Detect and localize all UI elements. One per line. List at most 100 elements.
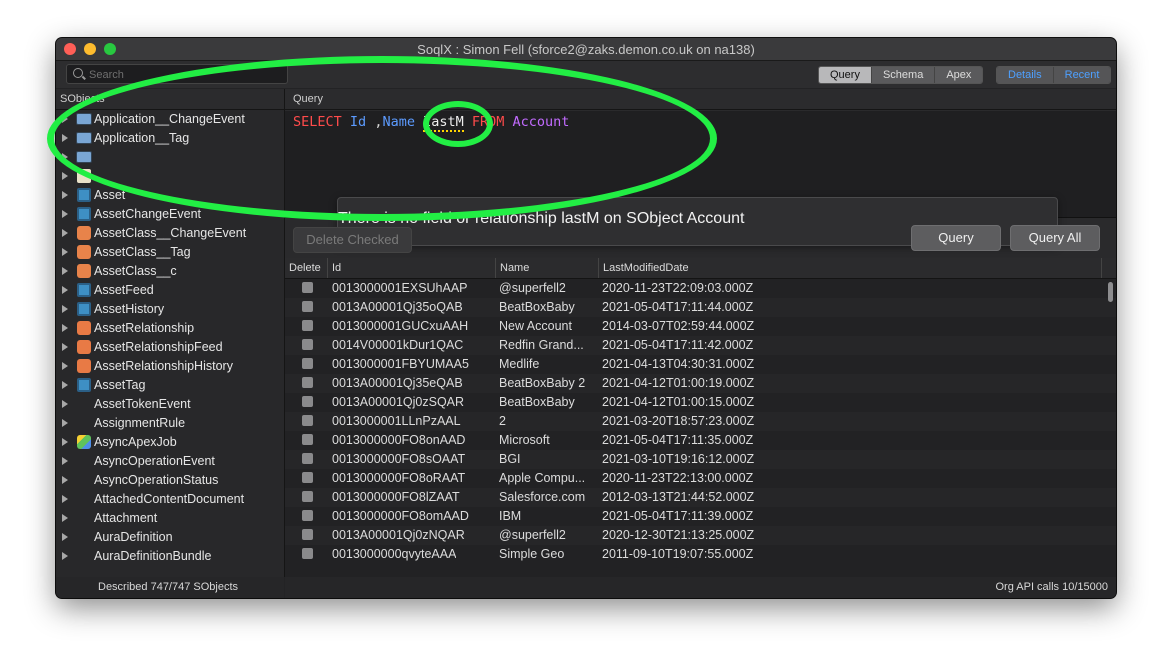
disclosure-triangle-icon[interactable] [62,419,68,427]
sidebar-item[interactable]: AssetHistory [56,300,284,319]
table-row[interactable]: 0013A00001Qj35oQAB BeatBoxBaby 2021-05-04T… [285,298,1116,317]
sidebar-item[interactable]: AssetTag [56,376,284,395]
disclosure-triangle-icon[interactable] [62,286,68,294]
recent-button[interactable]: Recent [1053,67,1111,83]
tab-query[interactable]: Query [819,67,872,83]
disclosure-triangle-icon[interactable] [62,533,68,541]
table-row[interactable]: 0013A00001Qj0zNQAR @superfell2 2020-12-30T… [285,526,1116,545]
keyword-from: FROM [463,114,513,130]
delete-checkbox[interactable] [302,453,313,464]
delete-checkbox[interactable] [302,548,313,559]
table-row[interactable]: 0013000001GUCxuAAH New Account 2014-03-07T… [285,317,1116,336]
disclosure-triangle-icon[interactable] [62,381,68,389]
sidebar-item[interactable]: AssetClass__c [56,262,284,281]
table-row[interactable]: 0013000000FO8sOAAT BGI 2021-03-10T19:16:12… [285,450,1116,469]
delete-checked-button[interactable]: Delete Checked [293,227,412,253]
disclosure-triangle-icon[interactable] [62,153,68,161]
details-button[interactable]: Details [997,67,1054,83]
disclosure-triangle-icon[interactable] [62,476,68,484]
table-row[interactable]: 0013000001EXSUhAAP @superfell2 2020-11-23T… [285,279,1116,298]
cell-id: 0013000000FO8oRAAT [332,471,466,485]
disclosure-triangle-icon[interactable] [62,324,68,332]
sidebar-item[interactable]: AssetFeed [56,281,284,300]
search-box[interactable] [66,64,288,84]
sidebar-item[interactable]: AssetRelationshipHistory [56,357,284,376]
people-icon [77,359,91,373]
search-input[interactable] [87,66,281,84]
delete-checkbox[interactable] [302,339,313,350]
table-row[interactable]: 0013A00001Qj35eQAB BeatBoxBaby 2 2021-04-1… [285,374,1116,393]
disclosure-triangle-icon[interactable] [62,229,68,237]
sidebar-item[interactable]: AsyncOperationEvent [56,452,284,471]
table-row[interactable]: 0013A00001Qj0zSQAR BeatBoxBaby 2021-04-12T… [285,393,1116,412]
sidebar-item[interactable]: AssetClass__Tag [56,243,284,262]
table-row[interactable]: 0013000001LLnPzAAL 2 2021-03-20T18:57:23.0… [285,412,1116,431]
delete-checkbox[interactable] [302,358,313,369]
table-row[interactable]: 0013000000FO8oRAAT Apple Compu... 2020-11-… [285,469,1116,488]
disclosure-triangle-icon[interactable] [62,134,68,142]
sidebar-item[interactable]: AssignmentRule [56,414,284,433]
sidebar-item[interactable]: AuraDefinitionBundle [56,547,284,566]
delete-checkbox[interactable] [302,491,313,502]
disclosure-triangle-icon[interactable] [62,191,68,199]
delete-checkbox[interactable] [302,301,313,312]
cell-name: Simple Geo [499,547,565,561]
disclosure-triangle-icon[interactable] [62,172,68,180]
query-text[interactable]: SELECT Id ,Name lastM FROM Account [293,114,569,132]
delete-checkbox[interactable] [302,529,313,540]
tab-apex[interactable]: Apex [935,67,983,83]
disclosure-triangle-icon[interactable] [62,400,68,408]
delete-checkbox[interactable] [302,377,313,388]
table-scrollbar[interactable] [1108,282,1113,302]
sidebar-item[interactable]: AssetChangeEvent [56,205,284,224]
table-row[interactable]: 0013000000FO8lZAAT Salesforce.com 2012-03-… [285,488,1116,507]
delete-checkbox[interactable] [302,434,313,445]
table-row[interactable]: 0013000001FBYUMAA5 Medlife 2021-04-13T04:3… [285,355,1116,374]
sidebar-item[interactable] [56,148,284,167]
disclosure-triangle-icon[interactable] [62,305,68,313]
sidebar-item[interactable]: AuraDefinition [56,528,284,547]
sidebar-item-label: AsyncApexJob [94,435,177,449]
disclosure-triangle-icon[interactable] [62,438,68,446]
delete-checkbox[interactable] [302,282,313,293]
disclosure-triangle-icon[interactable] [62,115,68,123]
column-id[interactable]: Id [328,258,496,278]
table-row[interactable]: 0013000000FO8omAAD IBM 2021-05-04T17:11:39… [285,507,1116,526]
disclosure-triangle-icon[interactable] [62,514,68,522]
column-delete[interactable]: Delete [285,258,328,278]
table-row[interactable]: 0014V00001kDur1QAC Redfin Grand... 2021-05… [285,336,1116,355]
table-row[interactable]: 0013000000FO8onAAD Microsoft 2021-05-04T17… [285,431,1116,450]
disclosure-triangle-icon[interactable] [62,267,68,275]
query-all-button[interactable]: Query All [1010,225,1100,251]
delete-checkbox[interactable] [302,320,313,331]
disclosure-triangle-icon[interactable] [62,495,68,503]
sidebar-item[interactable]: AssetClass__ChangeEvent [56,224,284,243]
disclosure-triangle-icon[interactable] [62,210,68,218]
sidebar-item[interactable]: AttachedContentDocument [56,490,284,509]
disclosure-triangle-icon[interactable] [62,343,68,351]
disclosure-triangle-icon[interactable] [62,248,68,256]
sidebar-item[interactable]: Application__Tag [56,129,284,148]
sidebar-item[interactable]: AssetRelationshipFeed [56,338,284,357]
disclosure-triangle-icon[interactable] [62,552,68,560]
tab-schema[interactable]: Schema [871,67,936,83]
delete-checkbox[interactable] [302,415,313,426]
sidebar-item[interactable]: Asset [56,186,284,205]
delete-checkbox[interactable] [302,510,313,521]
table-row[interactable]: 0013000000qvyteAAA Simple Geo 2011-09-10T1… [285,545,1116,564]
sidebar-item[interactable]: Application__ChangeEvent [56,110,284,129]
sidebar-item[interactable] [56,167,284,186]
column-name[interactable]: Name [496,258,599,278]
delete-checkbox[interactable] [302,396,313,407]
sidebar-item-label: AuraDefinition [94,530,173,544]
sidebar-item[interactable]: AssetRelationship [56,319,284,338]
sidebar-item[interactable]: AsyncOperationStatus [56,471,284,490]
column-lastmodifieddate[interactable]: LastModifiedDate [599,258,1102,278]
sidebar-item[interactable]: AssetTokenEvent [56,395,284,414]
disclosure-triangle-icon[interactable] [62,457,68,465]
delete-checkbox[interactable] [302,472,313,483]
disclosure-triangle-icon[interactable] [62,362,68,370]
sidebar-item[interactable]: AsyncApexJob [56,433,284,452]
sidebar-item[interactable]: Attachment [56,509,284,528]
query-button[interactable]: Query [911,225,1001,251]
